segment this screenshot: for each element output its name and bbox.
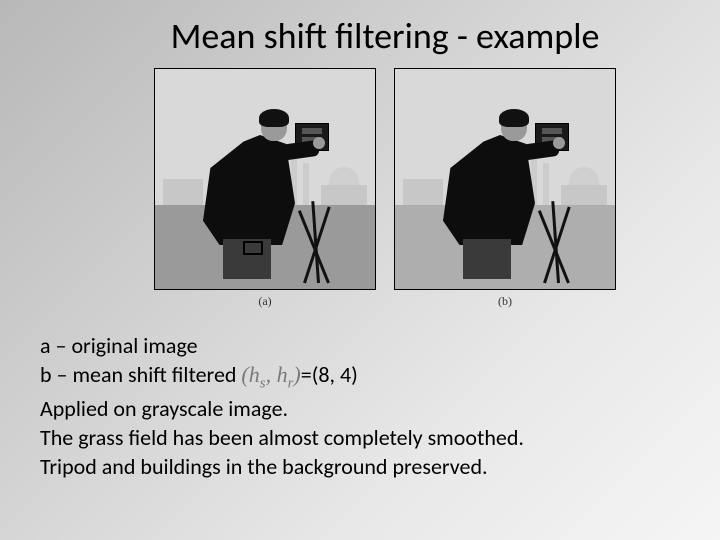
slide: Mean shift filtering - example: [0, 0, 720, 540]
desc-line-4: The grass field has been almost complete…: [40, 423, 690, 452]
figure-row: (a): [40, 68, 690, 309]
desc-a-label: a – original image: [40, 332, 198, 359]
desc-line-5: Tripod and buildings in the background p…: [40, 452, 690, 481]
hs-var: h: [249, 362, 260, 387]
hr-var: h: [277, 362, 288, 387]
desc-line-1: a – original image: [40, 331, 690, 360]
caption-a: (a): [258, 294, 271, 309]
slide-title: Mean shift filtering - example: [40, 14, 690, 58]
desc-line-2: b – mean shift filtered (hs, hr)=(8, 4): [40, 360, 690, 394]
paren-open: (: [241, 362, 248, 387]
image-b-filtered: [394, 68, 616, 290]
paren-close: ): [293, 362, 300, 387]
desc-line-3: Applied on grayscale image.: [40, 394, 690, 423]
params-value: =(8, 4): [301, 361, 358, 388]
image-a-original: [154, 68, 376, 290]
description-block: a – original image b – mean shift filter…: [40, 331, 690, 481]
figure-b: (b): [394, 68, 616, 309]
figure-a: (a): [154, 68, 376, 309]
caption-b: (b): [498, 294, 512, 309]
params-comma: ,: [266, 362, 277, 387]
desc-b-prefix: b – mean shift filtered: [40, 361, 241, 388]
selection-marker-icon: [243, 241, 263, 255]
